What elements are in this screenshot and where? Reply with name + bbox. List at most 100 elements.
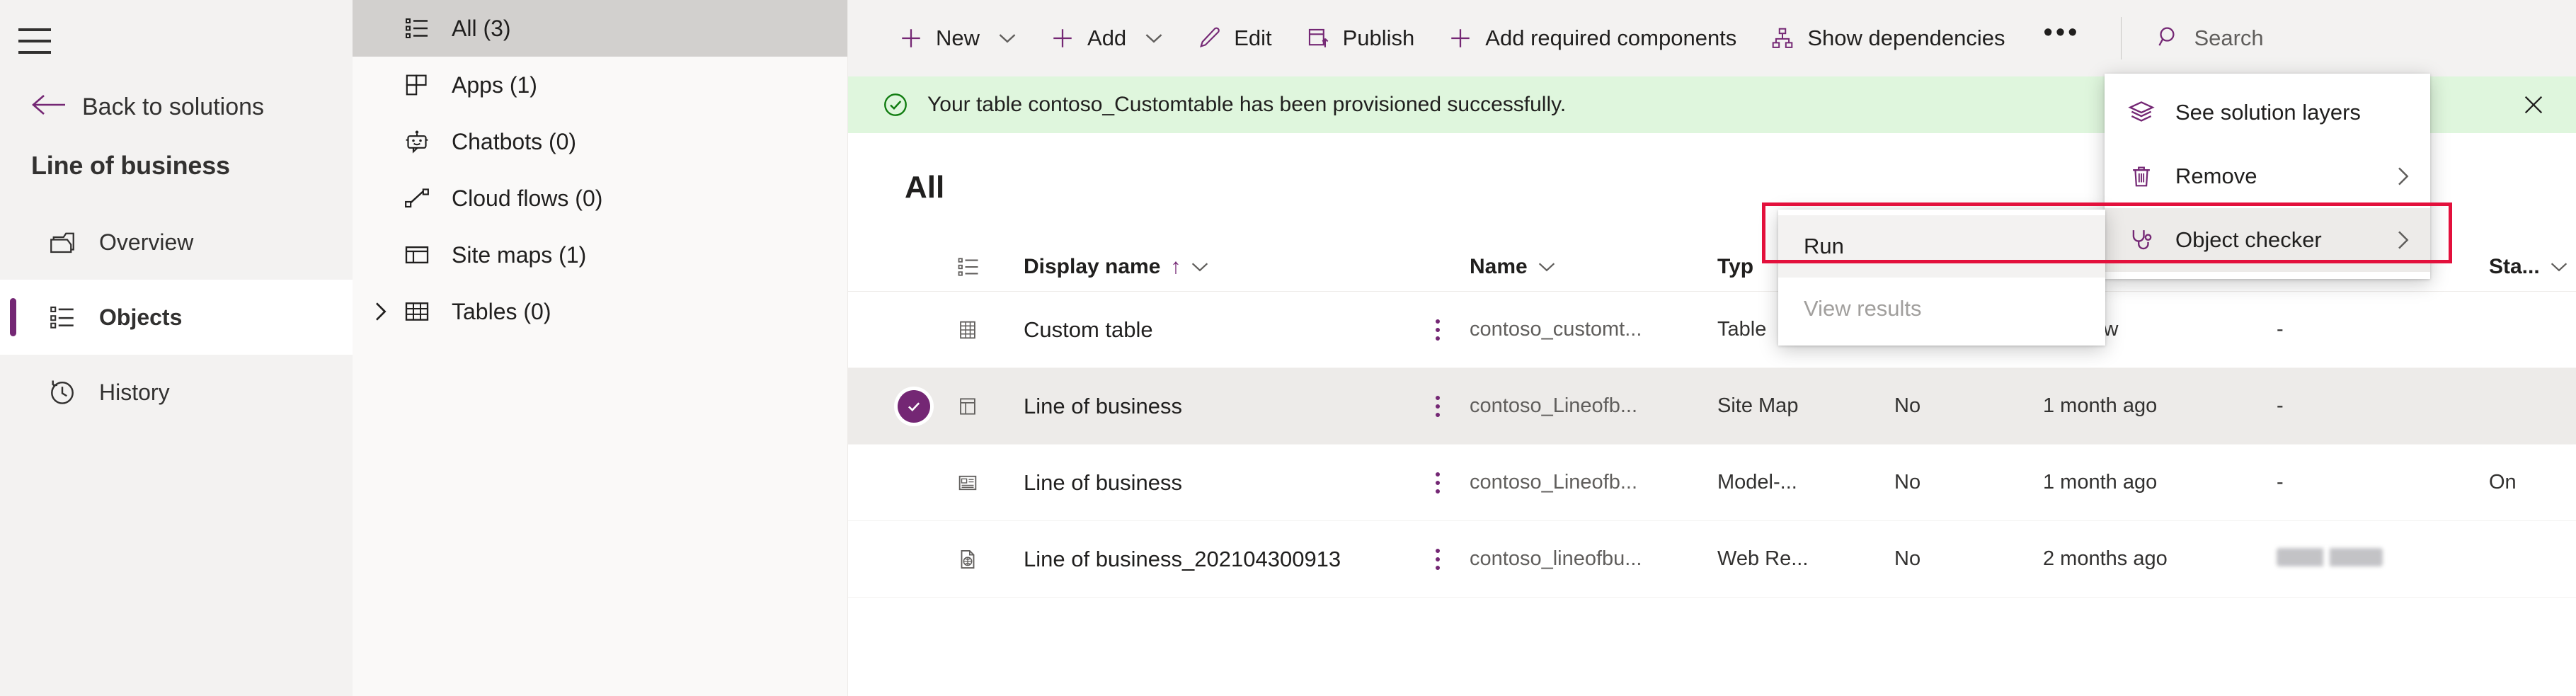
plus-icon [1448, 26, 1472, 50]
object-type-site-maps[interactable]: Site maps (1) [353, 227, 847, 283]
publish-icon [1306, 26, 1330, 50]
row-modified: 1 month ago [2043, 471, 2157, 494]
object-type-tables[interactable]: Tables (0) [353, 283, 847, 340]
menu-item-object-checker[interactable]: Object checker [2105, 208, 2430, 272]
close-icon[interactable] [2518, 89, 2549, 120]
add-button[interactable]: Add [1034, 0, 1180, 76]
column-header-display-name[interactable]: Display name ↑ [1024, 255, 1406, 279]
row-more-actions-button[interactable] [1436, 319, 1440, 341]
add-button-label: Add [1087, 25, 1126, 51]
row-checkbox[interactable] [882, 390, 946, 423]
chevron-down-icon[interactable] [1191, 261, 1209, 273]
object-type-apps-label: Apps (1) [452, 72, 537, 98]
table-row[interactable]: Custom table contoso_customt... Table No… [848, 292, 2576, 368]
column-header-type-label: Typ [1717, 255, 1753, 279]
row-owner: - [2277, 318, 2284, 341]
column-header-name[interactable]: Name [1470, 255, 1717, 279]
overview-icon [47, 227, 78, 258]
row-type: Model-... [1717, 471, 1797, 494]
submenu-item-view-results: View results [1778, 278, 2105, 340]
plus-icon [1051, 26, 1075, 50]
hamburger-icon[interactable] [18, 13, 96, 69]
row-more-actions-button[interactable] [1436, 549, 1440, 570]
row-more-actions-button[interactable] [1436, 396, 1440, 417]
chevron-right-icon[interactable] [368, 299, 392, 324]
new-button[interactable]: New [882, 0, 1034, 76]
sitemap-icon [402, 240, 432, 270]
overflow-menu: See solution layers Remove [2105, 74, 2430, 279]
command-bar: New Add Edit [848, 0, 2576, 76]
menu-item-object-checker-label: Object checker [2175, 227, 2322, 253]
cloud-flow-icon [402, 183, 432, 213]
row-name: contoso_Lineofb... [1470, 471, 1637, 494]
pencil-icon [1197, 26, 1221, 50]
chevron-down-icon[interactable] [2550, 261, 2568, 273]
row-owner: - [2277, 394, 2284, 417]
sidebar-item-objects[interactable]: Objects [0, 280, 353, 355]
table-row[interactable]: Line of business contoso_Lineofb... Site… [848, 368, 2576, 445]
edit-button[interactable]: Edit [1180, 0, 1288, 76]
back-to-solutions-link[interactable]: Back to solutions [31, 93, 353, 120]
trash-icon [2126, 163, 2157, 190]
column-header-display-name-label: Display name [1024, 255, 1160, 279]
sidebar-item-history[interactable]: History [0, 355, 353, 430]
solution-title: Line of business [31, 151, 353, 181]
sort-ascending-icon: ↑ [1170, 255, 1181, 279]
sidebar-item-overview[interactable]: Overview [0, 205, 353, 280]
add-required-components-button[interactable]: Add required components [1431, 0, 1753, 76]
sidebar-item-objects-label: Objects [99, 304, 182, 331]
object-type-site-maps-label: Site maps (1) [452, 242, 586, 268]
object-type-apps[interactable]: Apps (1) [353, 57, 847, 113]
chevron-down-icon[interactable] [1538, 261, 1556, 273]
row-type: Site Map [1717, 394, 1798, 417]
search-button-label: Search [2194, 25, 2263, 51]
new-button-label: New [936, 25, 980, 51]
row-status: On [2489, 471, 2517, 494]
edit-button-label: Edit [1234, 25, 1271, 51]
chevron-down-icon[interactable] [1145, 32, 1163, 45]
solution-objects-page: Back to solutions Line of business Overv… [0, 0, 2576, 696]
column-header-name-label: Name [1470, 255, 1528, 279]
objects-grid: Display name ↑ Name [848, 242, 2576, 598]
sidebar-item-overview-label: Overview [99, 229, 193, 256]
history-clock-icon [47, 377, 78, 408]
submenu-item-run[interactable]: Run [1778, 215, 2105, 278]
overflow-menu-button[interactable]: ••• [2022, 19, 2102, 46]
publish-button-label: Publish [1343, 25, 1415, 51]
object-type-cloud-flows[interactable]: Cloud flows (0) [353, 170, 847, 227]
menu-item-remove[interactable]: Remove [2105, 144, 2430, 208]
apps-grid-icon [402, 70, 432, 100]
sidebar-item-history-label: History [99, 380, 170, 406]
grid-header-type-icon[interactable] [946, 254, 1024, 280]
menu-item-see-solution-layers-label: See solution layers [2175, 100, 2361, 125]
show-dependencies-label: Show dependencies [1807, 25, 2005, 51]
table-row[interactable]: Line of business contoso_Lineofb... Mode… [848, 445, 2576, 521]
object-type-all[interactable]: All (3) [353, 0, 847, 57]
chevron-right-icon [2393, 229, 2412, 251]
layers-icon [2126, 99, 2157, 126]
row-more-actions-button[interactable] [1436, 472, 1440, 494]
object-type-chatbots[interactable]: Chatbots (0) [353, 113, 847, 170]
menu-item-see-solution-layers[interactable]: See solution layers [2105, 81, 2430, 144]
all-list-icon [402, 13, 432, 43]
back-to-solutions-label: Back to solutions [82, 95, 264, 119]
row-name: contoso_lineofbu... [1470, 547, 1642, 570]
row-modified: 2 months ago [2043, 547, 2168, 570]
table-row[interactable]: Line of business_202104300913 contoso_li… [848, 521, 2576, 598]
row-managed: No [1894, 471, 1920, 494]
success-check-circle-icon [882, 91, 909, 118]
objects-list-icon [47, 302, 78, 333]
solution-nav: Overview Objects History [0, 205, 353, 430]
object-type-chatbots-label: Chatbots (0) [452, 129, 576, 155]
notification-message: Your table contoso_Customtable has been … [927, 93, 1566, 117]
row-owner: - [2277, 471, 2284, 494]
search-button[interactable]: Search [2141, 25, 2279, 52]
row-name: contoso_Lineofb... [1470, 394, 1637, 417]
column-header-status[interactable]: Sta... [2489, 255, 2576, 279]
search-icon [2157, 25, 2181, 52]
check-icon [898, 390, 930, 423]
publish-button[interactable]: Publish [1289, 0, 1432, 76]
show-dependencies-button[interactable]: Show dependencies [1753, 0, 2022, 76]
chevron-down-icon[interactable] [998, 32, 1017, 45]
row-owner-redacted [2277, 548, 2383, 566]
